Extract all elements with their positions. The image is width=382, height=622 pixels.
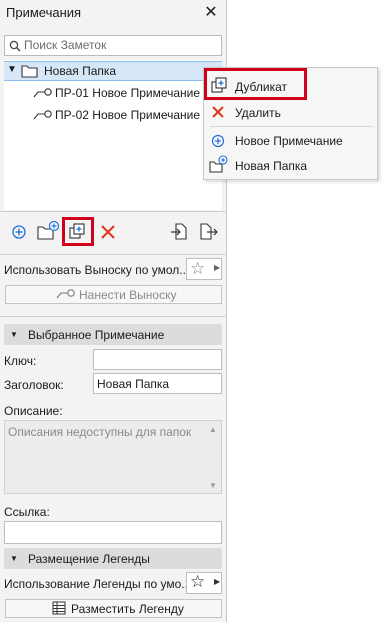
menu-item-delete[interactable]: Удалить — [235, 106, 281, 120]
tree-note-1[interactable]: ПР-01 Новое Примечание — [55, 86, 200, 100]
import-icon[interactable] — [170, 222, 188, 240]
duplicate-icon — [211, 77, 227, 93]
chevron-down-icon[interactable]: ▼ — [10, 330, 18, 339]
menu-divider — [210, 126, 373, 127]
close-icon[interactable]: ✕ — [203, 2, 219, 22]
divider — [0, 211, 227, 212]
link-field[interactable] — [4, 521, 222, 544]
delete-icon — [212, 106, 224, 118]
selected-note-header: Выбранное Примечание — [28, 328, 165, 342]
key-field[interactable] — [93, 349, 222, 370]
tree-note-2[interactable]: ПР-02 Новое Примечание — [55, 108, 200, 122]
divider — [0, 254, 227, 255]
notes-panel: Примечания ✕ Поиск Заметок ▼ Новая Папка… — [0, 0, 227, 622]
divider — [0, 316, 227, 317]
menu-item-new-folder[interactable]: Новая Папка — [235, 159, 307, 173]
chevron-down-icon[interactable]: ▼ — [7, 64, 17, 75]
chevron-down-icon[interactable]: ▼ — [10, 554, 18, 563]
note-icon — [33, 88, 52, 98]
folder-icon — [21, 65, 38, 78]
title-value: Новая Папка — [97, 377, 170, 391]
menu-item-duplicate[interactable]: Дубликат — [235, 80, 287, 94]
title-label: Заголовок: — [4, 378, 64, 392]
place-legend-label: Разместить Легенду — [71, 602, 184, 616]
scroll-down-icon[interactable]: ▼ — [209, 481, 217, 490]
legend-default-label: Использование Легенды по умо... — [4, 577, 192, 591]
new-folder-icon — [209, 155, 228, 173]
star-icon: ☆ — [190, 259, 206, 278]
new-folder-icon[interactable] — [37, 220, 61, 240]
tree-folder-label: Новая Папка — [44, 64, 117, 78]
duplicate-icon[interactable] — [69, 223, 87, 241]
search-placeholder: Поиск Заметок — [24, 38, 107, 52]
search-icon — [9, 40, 21, 52]
star-icon: ☆ — [190, 572, 206, 591]
export-icon[interactable] — [199, 222, 219, 240]
callout-default-label: Использовать Выноску по умол... — [4, 263, 190, 277]
context-menu: Дубликат Удалить Новое Примечание Новая … — [203, 67, 378, 180]
description-label: Описание: — [4, 404, 63, 418]
link-label: Ссылка: — [4, 505, 50, 519]
scroll-up-icon[interactable]: ▲ — [209, 425, 217, 434]
legend-header: Размещение Легенды — [28, 552, 150, 566]
note-icon — [33, 110, 52, 120]
key-label: Ключ: — [4, 354, 37, 368]
menu-item-new-note[interactable]: Новое Примечание — [235, 134, 343, 148]
new-note-icon — [211, 134, 225, 148]
chevron-right-icon: ▶ — [214, 577, 221, 586]
new-note-icon[interactable] — [11, 224, 27, 240]
panel-title: Примечания — [6, 5, 82, 20]
delete-icon[interactable] — [100, 224, 116, 240]
description-placeholder: Описания недоступны для папок — [8, 425, 192, 439]
legend-icon — [52, 601, 66, 615]
apply-callout-label: Нанести Выноску — [79, 288, 177, 302]
notes-tree — [4, 60, 222, 210]
chevron-right-icon: ▶ — [214, 263, 221, 272]
callout-icon — [56, 289, 75, 299]
